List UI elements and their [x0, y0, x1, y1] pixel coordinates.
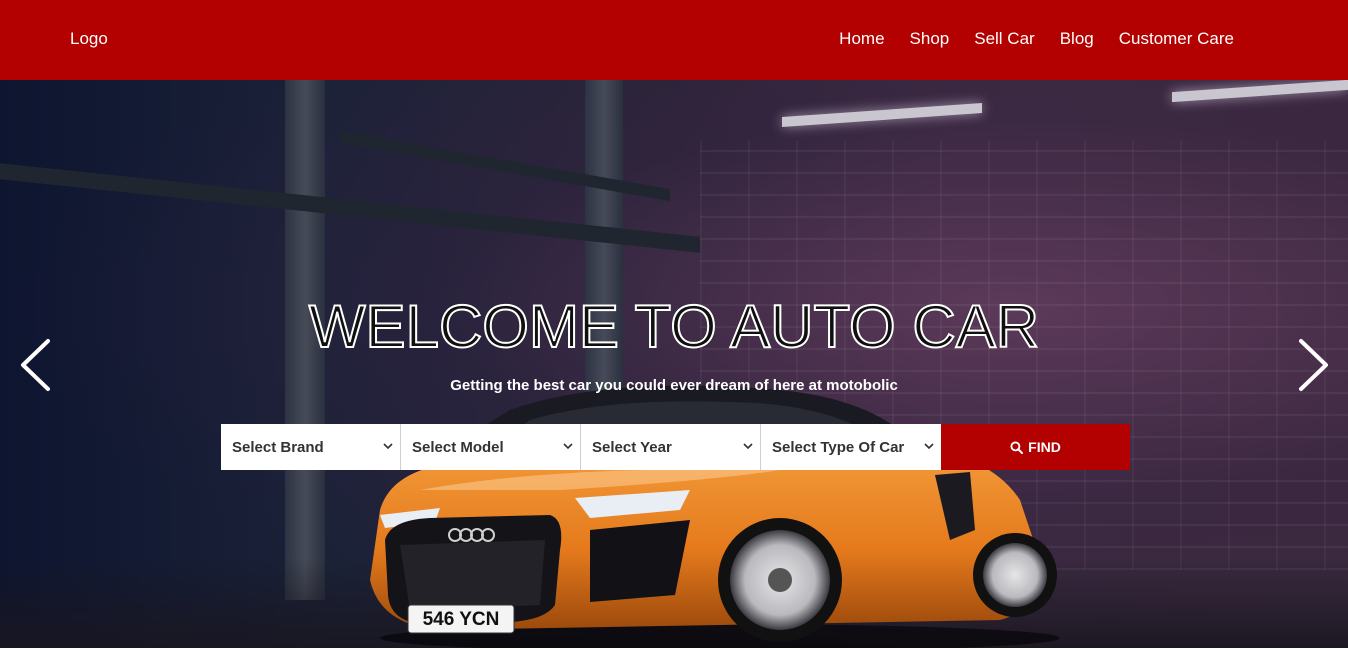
model-select[interactable]: Select Model	[401, 424, 580, 470]
model-select-wrapper: Select Model	[401, 424, 581, 470]
hero-subtitle: Getting the best car you could ever drea…	[450, 377, 898, 394]
nav-shop[interactable]: Shop	[910, 29, 950, 49]
car-type-select[interactable]: Select Type Of Car	[761, 424, 941, 470]
brand-select-wrapper: Select Brand	[221, 424, 401, 470]
nav-customer-care[interactable]: Customer Care	[1119, 29, 1234, 49]
navbar: Logo Home Shop Sell Car Blog Customer Ca…	[0, 0, 1348, 80]
year-select-wrapper: Select Year	[581, 424, 761, 470]
ceiling-lamp-2	[1172, 80, 1348, 103]
car-image: 546 YCN	[370, 385, 1060, 648]
hero-title: WELCOME TO AUTO CAR	[308, 293, 1040, 361]
nav-blog[interactable]: Blog	[1060, 29, 1094, 49]
ceiling-lamp-1	[782, 103, 982, 127]
chevron-right-icon[interactable]	[1297, 338, 1331, 392]
search-icon	[1010, 440, 1024, 454]
nav-menu: Home Shop Sell Car Blog Customer Care	[814, 29, 1234, 49]
brand-select[interactable]: Select Brand	[221, 424, 400, 470]
nav-sell-car[interactable]: Sell Car	[974, 29, 1034, 49]
license-plate-text: 546 YCN	[423, 609, 500, 630]
car-search-form: Select Brand Select Model Select Year Se…	[221, 424, 1130, 470]
type-select-wrapper: Select Type Of Car	[761, 424, 941, 470]
hero-slider: 546 YCN WELCOME TO AUTO CAR Getting the …	[0, 80, 1348, 648]
year-select[interactable]: Select Year	[581, 424, 760, 470]
find-button[interactable]: FIND	[941, 424, 1130, 470]
logo-link[interactable]: Logo	[70, 29, 108, 49]
nav-home[interactable]: Home	[839, 29, 884, 49]
find-button-label: FIND	[1028, 439, 1061, 455]
chevron-left-icon[interactable]	[18, 338, 52, 392]
